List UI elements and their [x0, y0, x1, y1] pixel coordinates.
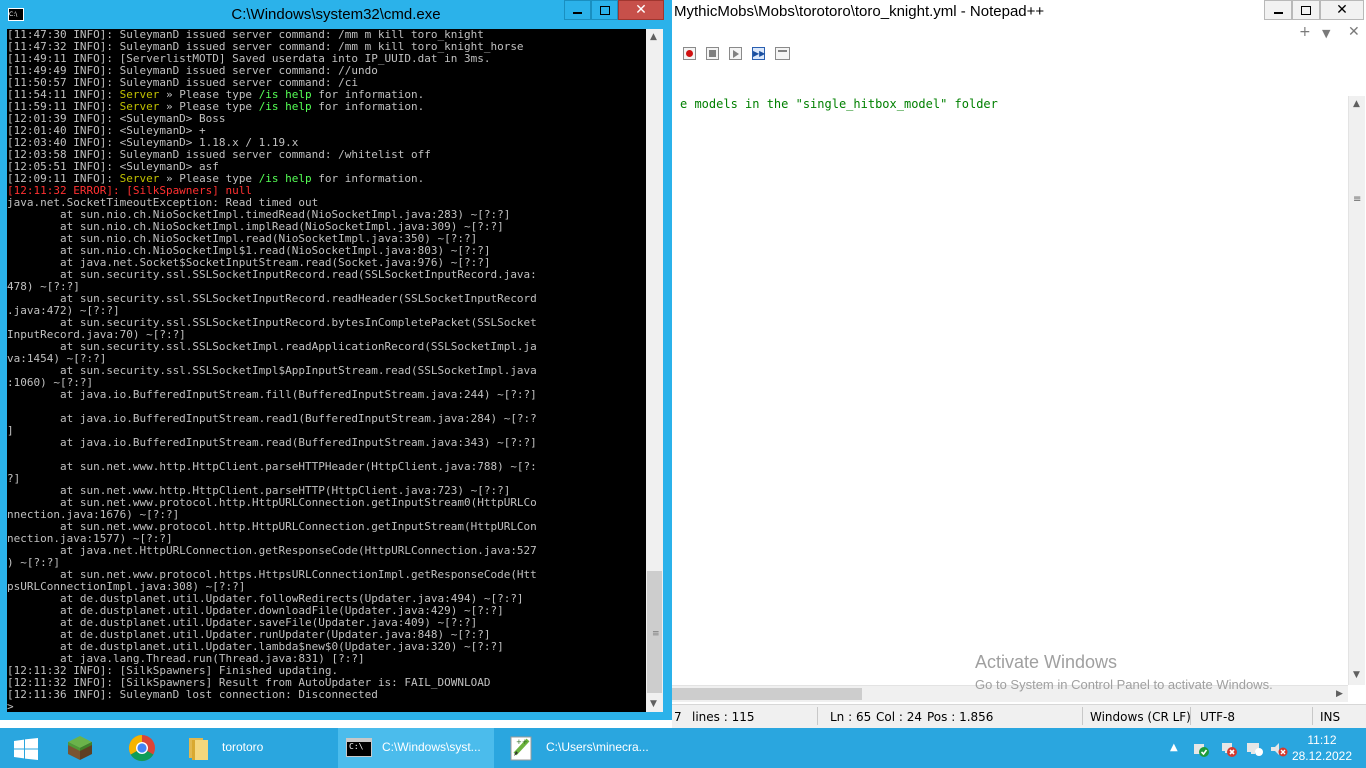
status-encoding[interactable]: UTF-8 [1200, 710, 1235, 724]
macro-toolbar: ▶▶ [672, 42, 1366, 68]
scroll-grip-icon: ≡ [652, 629, 660, 639]
taskbar-label: C:\Users\minecra... [546, 740, 649, 754]
scroll-right-icon[interactable]: ▶ [1336, 689, 1343, 699]
clock[interactable]: 11:12 28.12.2022 [1292, 732, 1352, 764]
status-pos: Pos : 1.856 [927, 710, 994, 724]
minimize-icon [573, 12, 582, 14]
status-eol[interactable]: Windows (CR LF) [1090, 710, 1191, 724]
status-lines: lines : 115 [692, 710, 755, 724]
cmd-window: C:\ C:\Windows\system32\cmd.exe ✕ [11:47… [0, 0, 672, 720]
cmd-icon: C:\ [346, 738, 372, 757]
status-ln: Ln : 65 [830, 710, 872, 724]
restore-icon [1301, 5, 1311, 15]
restore-icon [599, 5, 610, 15]
activate-heading: Activate Windows [975, 652, 1118, 672]
folder-icon [189, 738, 208, 760]
console-lines: [11:47:30 INFO]: SuleymanD issued server… [7, 29, 537, 712]
record-icon [686, 50, 693, 57]
volume-muted-icon[interactable] [1270, 740, 1288, 758]
cmd-scroll-thumb[interactable]: ≡ [647, 571, 662, 693]
scroll-grip-icon: ≡ [1353, 194, 1362, 205]
run-macro-multiple-button[interactable]: ▶▶ [752, 47, 765, 60]
cmd-restore-button[interactable] [591, 0, 618, 20]
taskbar: torotoro C:\ C:\Windows\syst... ++ C:\Us… [0, 728, 1366, 768]
windows-logo-icon [14, 738, 38, 760]
scroll-up-icon[interactable]: ▲ [1353, 99, 1360, 109]
notepadpp-titlebar[interactable]: MythicMobs\Mobs\torotoro\toro_knight.yml… [672, 0, 1366, 22]
status-bar: 7 lines : 115 Ln : 65 Col : 24 Pos : 1.8… [672, 704, 1366, 728]
cmd-vertical-scrollbar[interactable]: ▲ ≡ ▼ [646, 29, 663, 712]
console-line: at sun.net.www.http.HttpClient.parseHTTP… [7, 460, 537, 473]
scroll-down-icon[interactable]: ▼ [650, 699, 657, 709]
restore-button[interactable] [1292, 0, 1320, 20]
taskbar-minecraft[interactable] [58, 728, 108, 768]
notepadpp-title: MythicMobs\Mobs\torotoro\toro_knight.yml… [674, 3, 1045, 20]
clock-time: 11:12 [1307, 733, 1337, 747]
console-line: > _ [7, 700, 27, 713]
cmd-minimize-button[interactable] [564, 0, 591, 20]
editor-vertical-scrollbar[interactable]: ▲ ≡ ▼ [1348, 96, 1365, 685]
chrome-icon [128, 734, 155, 762]
console-line: [12:11:36 INFO]: SuleymanD lost connecti… [7, 688, 378, 701]
stop-icon [709, 50, 716, 57]
taskbar-explorer-torotoro[interactable]: torotoro [178, 728, 334, 768]
play-icon [733, 50, 739, 58]
taskbar-label: torotoro [222, 740, 264, 754]
taskbar-chrome[interactable] [118, 728, 168, 768]
minimize-icon [1273, 12, 1283, 14]
activate-subtext: Go to System in Control Panel to activat… [975, 677, 1273, 692]
cmd-titlebar[interactable]: C:\ C:\Windows\system32\cmd.exe ✕ [0, 0, 672, 30]
cmd-close-button[interactable]: ✕ [618, 0, 664, 20]
grass-block-icon [68, 736, 92, 760]
scroll-down-icon[interactable]: ▼ [1353, 670, 1360, 680]
stop-macro-button[interactable] [706, 47, 719, 60]
console-line: at java.net.HttpURLConnection.getRespons… [7, 544, 537, 557]
network-error-icon[interactable] [1220, 740, 1238, 758]
minimize-button[interactable] [1264, 0, 1292, 20]
show-hidden-icons[interactable]: ▲ [1170, 742, 1178, 753]
save-macro-icon [778, 50, 787, 52]
console-line: at java.io.BufferedInputStream.read1(Buf… [7, 412, 537, 425]
status-insert-mode: INS [1320, 710, 1341, 724]
taskbar-notepadpp[interactable]: ++ C:\Users\minecra... [498, 728, 654, 768]
console-line: at java.io.BufferedInputStream.read(Buff… [7, 436, 537, 449]
status-length: 7 [674, 710, 682, 724]
horizontal-scroll-thumb[interactable] [672, 688, 862, 700]
taskbar-cmd[interactable]: C:\ C:\Windows\syst... [338, 728, 494, 768]
close-icon: ✕ [635, 2, 647, 18]
taskbar-label: C:\Windows\syst... [382, 740, 481, 754]
security-icon[interactable] [1192, 740, 1210, 758]
close-icon: ✕ [1336, 2, 1348, 18]
clock-date: 28.12.2022 [1291, 749, 1352, 763]
computer-status-icon[interactable] [1246, 740, 1264, 758]
play-macro-button[interactable] [729, 47, 742, 60]
tab-list-icon[interactable]: ▼ [1322, 27, 1330, 40]
close-tab-icon[interactable]: ✕ [1348, 24, 1360, 40]
editor-area[interactable]: e models in the "single_hitbox_model" fo… [672, 96, 1348, 685]
save-macro-button[interactable] [775, 47, 790, 60]
fast-forward-icon: ▶▶ [753, 49, 766, 58]
scroll-up-icon[interactable]: ▲ [650, 32, 657, 42]
console-output[interactable]: [11:47:30 INFO]: SuleymanD issued server… [7, 29, 646, 712]
status-col: Col : 24 [876, 710, 922, 724]
console-line: at java.io.BufferedInputStream.fill(Buff… [7, 388, 537, 401]
activate-windows-watermark: Activate Windows Go to System in Control… [975, 652, 1273, 692]
console-line: at sun.security.ssl.SSLSocketInputRecord… [7, 268, 537, 281]
svg-text:++: ++ [516, 738, 528, 746]
notepadpp-icon: ++ [510, 736, 532, 761]
code-line: e models in the "single_hitbox_model" fo… [680, 97, 998, 111]
record-macro-button[interactable] [683, 47, 696, 60]
notepadpp-window: MythicMobs\Mobs\torotoro\toro_knight.yml… [672, 0, 1366, 728]
start-button[interactable] [0, 728, 52, 768]
close-button[interactable]: ✕ [1320, 0, 1364, 20]
new-tab-icon[interactable]: + [1299, 24, 1311, 40]
